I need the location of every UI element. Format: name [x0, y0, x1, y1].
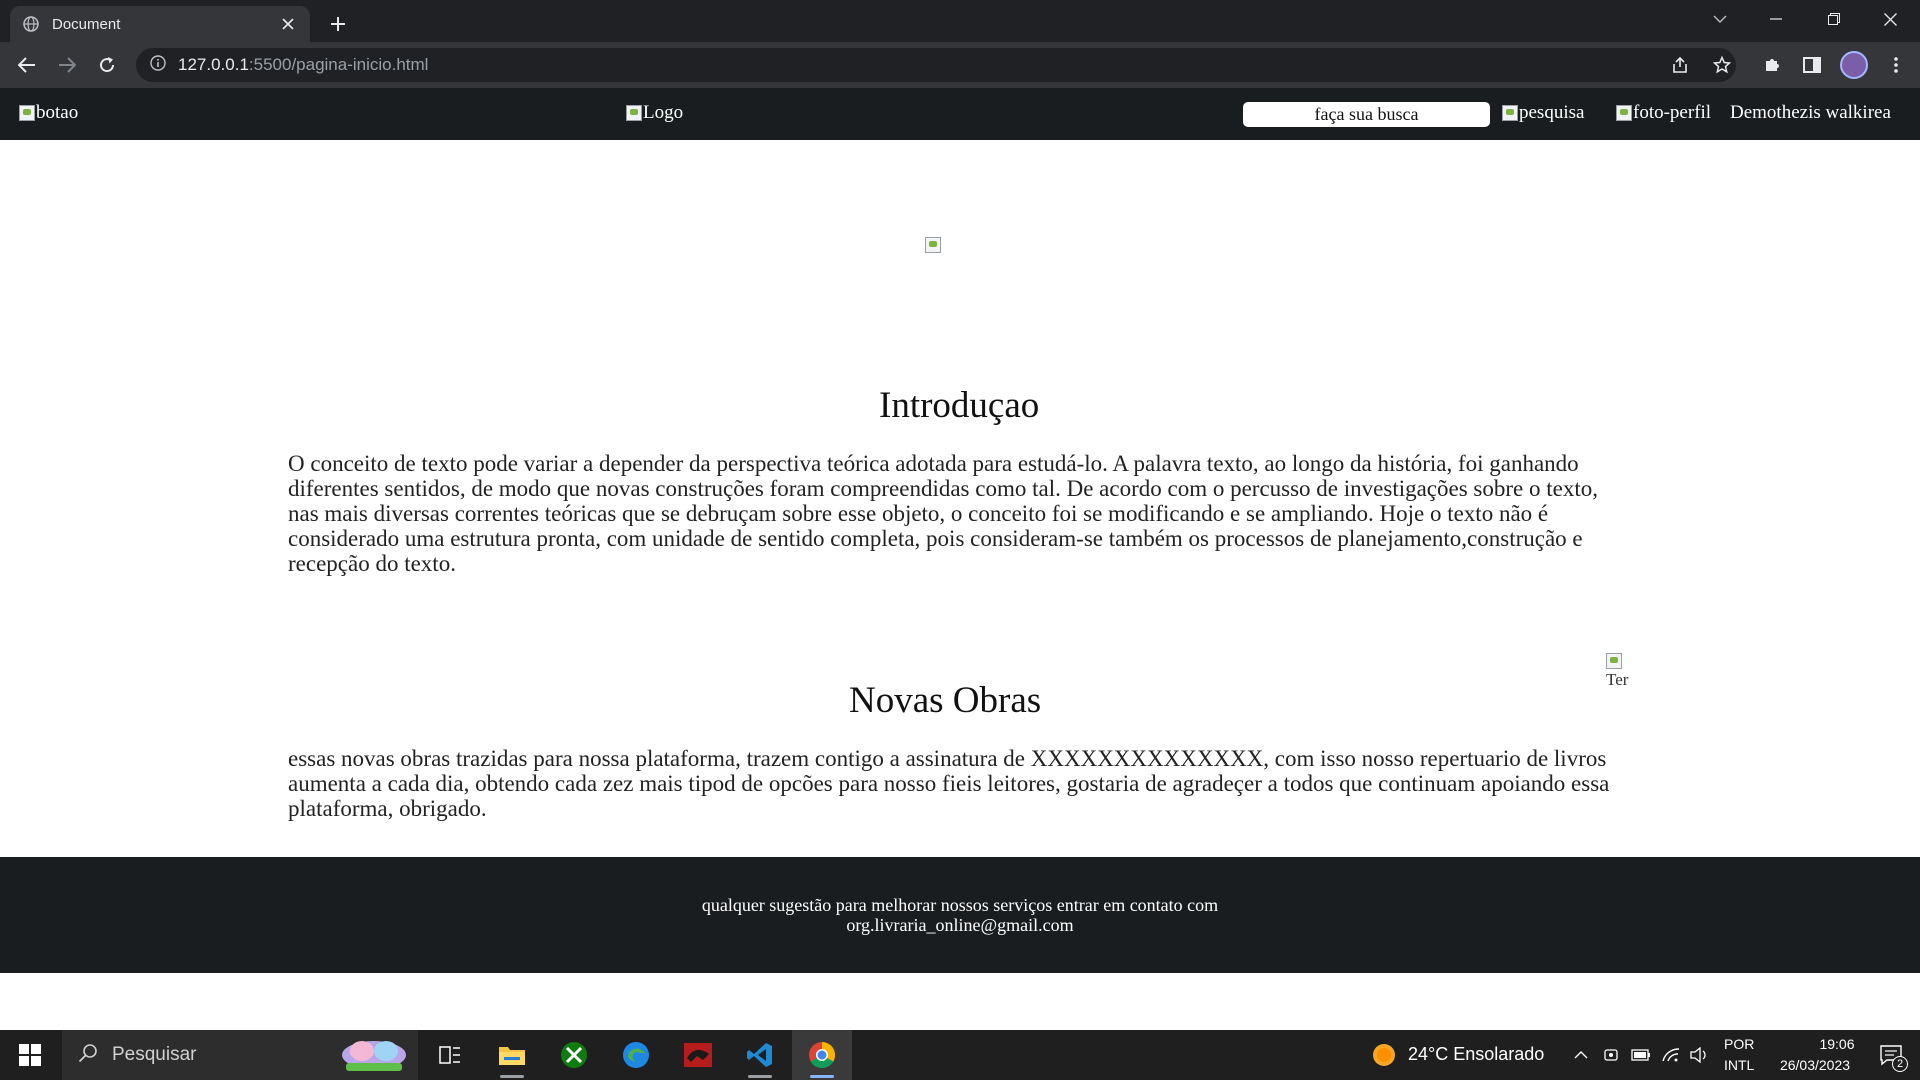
- browser-toolbar: 127.0.0.1:5500/pagina-inicio.html: [0, 42, 1920, 88]
- side-image-alt: Ter: [1606, 670, 1629, 689]
- edge-icon[interactable]: [606, 1030, 666, 1080]
- share-icon[interactable]: [1666, 51, 1694, 79]
- hero-broken-image-icon: [925, 237, 941, 253]
- search-button-alt: pesquisa: [1519, 102, 1585, 123]
- site-header: botao Logo pesquisa foto-perfil Demothez…: [0, 88, 1920, 140]
- language-bottom[interactable]: INTL: [1724, 1057, 1754, 1073]
- weather-text[interactable]: 24°C Ensolarado: [1408, 1044, 1544, 1065]
- footer-line-1: qualquer sugestão para melhorar nossos s…: [701, 895, 1219, 915]
- profile-photo[interactable]: foto-perfil: [1616, 102, 1711, 124]
- back-arrow-icon[interactable]: [11, 49, 43, 81]
- site-search-input[interactable]: [1243, 102, 1490, 127]
- volume-icon[interactable]: [1684, 1030, 1714, 1080]
- extensions-puzzle-icon[interactable]: [1758, 51, 1786, 79]
- broken-image-icon: [1606, 653, 1622, 670]
- forward-arrow-icon[interactable]: [51, 49, 83, 81]
- file-explorer-icon[interactable]: [482, 1030, 542, 1080]
- broken-image-icon: [626, 105, 642, 121]
- chevron-up-icon[interactable]: [1566, 1030, 1596, 1080]
- red-app-icon[interactable]: [668, 1030, 728, 1080]
- reload-icon[interactable]: [91, 49, 123, 81]
- menu-button-alt: botao: [36, 102, 79, 123]
- close-tab-icon[interactable]: [278, 14, 298, 34]
- vscode-icon[interactable]: [730, 1030, 790, 1080]
- globe-icon: [22, 15, 40, 33]
- running-indicator: [500, 1075, 524, 1078]
- profile-photo-alt: foto-perfil: [1633, 102, 1712, 123]
- address-bar[interactable]: 127.0.0.1:5500/pagina-inicio.html: [136, 48, 1736, 82]
- broken-image-icon: [1616, 105, 1632, 121]
- taskbar-search[interactable]: Pesquisar: [62, 1030, 418, 1080]
- star-bookmark-icon[interactable]: [1708, 51, 1736, 79]
- language-top[interactable]: POR: [1724, 1036, 1754, 1052]
- meet-now-icon[interactable]: [1596, 1030, 1626, 1080]
- wifi-icon[interactable]: [1656, 1030, 1686, 1080]
- browser-tabstrip: Document: [0, 0, 1920, 42]
- tab-search-chevron-icon[interactable]: [1692, 0, 1748, 38]
- site-footer: qualquer sugestão para melhorar nossos s…: [0, 857, 1920, 973]
- search-button[interactable]: pesquisa: [1502, 102, 1584, 124]
- novas-obras-paragraph: essas novas obras trazidas para nossa pl…: [288, 746, 1610, 821]
- menu-button[interactable]: botao: [19, 102, 78, 124]
- intro-paragraph: O conceito de texto pode variar a depend…: [288, 451, 1598, 576]
- url-host: 127.0.0.1: [178, 55, 249, 74]
- broken-image-icon: [19, 105, 35, 121]
- broken-image-icon: [1502, 105, 1518, 121]
- battery-icon[interactable]: [1626, 1030, 1656, 1080]
- search-highlight-icon: [336, 1033, 412, 1078]
- more-menu-icon[interactable]: [1882, 51, 1910, 79]
- windows-taskbar: Pesquisar 24°C Ensolarado POR INTL 19:06…: [0, 1030, 1920, 1080]
- close-window-icon[interactable]: [1862, 0, 1918, 38]
- running-indicator: [748, 1075, 772, 1078]
- xbox-icon[interactable]: [544, 1030, 604, 1080]
- weather-sun-icon[interactable]: [1364, 1030, 1404, 1080]
- profile-avatar[interactable]: [1840, 51, 1868, 79]
- chrome-icon[interactable]: [792, 1030, 852, 1080]
- footer-email[interactable]: org.livraria_online@gmail.com: [846, 915, 1073, 935]
- new-tab-button[interactable]: [322, 8, 354, 40]
- search-icon: [78, 1043, 98, 1068]
- running-indicator: [810, 1075, 834, 1078]
- footer-text: qualquer sugestão para melhorar nossos s…: [660, 895, 1260, 935]
- novas-obras-title: Novas Obras: [849, 680, 1042, 721]
- side-panel-icon[interactable]: [1798, 51, 1826, 79]
- tab-document[interactable]: Document: [10, 6, 310, 42]
- minimize-icon[interactable]: [1748, 0, 1804, 38]
- notification-badge: 2: [1892, 1056, 1908, 1072]
- taskbar-search-placeholder: Pesquisar: [112, 1044, 197, 1065]
- url-path: :5500/pagina-inicio.html: [248, 55, 429, 74]
- user-name[interactable]: Demothezis walkirea: [1730, 102, 1891, 124]
- restore-icon[interactable]: [1806, 0, 1862, 38]
- notification-center-icon[interactable]: 2: [1866, 1030, 1916, 1080]
- task-view-icon[interactable]: [420, 1030, 480, 1080]
- site-logo[interactable]: Logo: [626, 102, 683, 124]
- intro-title: Introduçao: [879, 385, 1040, 426]
- tab-title: Document: [52, 15, 121, 33]
- logo-alt: Logo: [643, 102, 684, 123]
- web-page: botao Logo pesquisa foto-perfil Demothez…: [0, 88, 1920, 1030]
- windows-start-icon[interactable]: [0, 1030, 60, 1080]
- url-text: 127.0.0.1:5500/pagina-inicio.html: [178, 55, 428, 75]
- info-icon[interactable]: [150, 54, 166, 76]
- clock-date[interactable]: 26/03/2023: [1768, 1057, 1862, 1073]
- side-image[interactable]: Ter: [1606, 650, 1634, 690]
